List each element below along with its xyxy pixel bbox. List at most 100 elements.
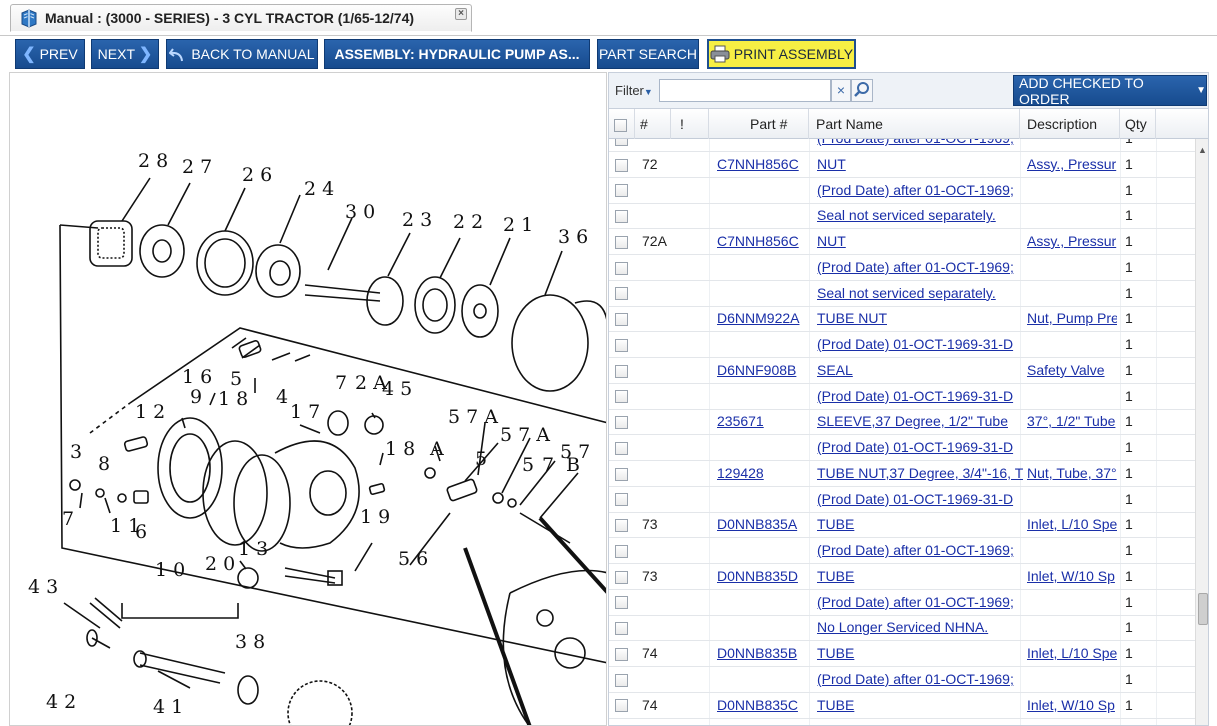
row-checkbox[interactable] (615, 158, 628, 172)
table-row[interactable]: 74 D0NNB835C TUBE Inlet, W/10 Sp 1 (609, 693, 1195, 719)
table-row[interactable]: Seal not serviced separately. 1 (609, 281, 1195, 307)
table-row[interactable]: 72A C7NNH856C NUT Assy., Pressur 1 (609, 229, 1195, 255)
table-row[interactable]: (Prod Date) after 01-OCT-1969; 1 (609, 139, 1195, 152)
part-name-link[interactable]: SLEEVE,37 Degree, 1/2" Tube (817, 413, 1008, 429)
part-name-link[interactable]: (Prod Date) 01-OCT-1969-31-D (817, 439, 1013, 455)
row-checkbox[interactable] (615, 287, 628, 301)
prev-button[interactable]: ❮ PREV (15, 39, 85, 69)
row-checkbox[interactable] (615, 467, 628, 481)
manual-tab[interactable]: Manual : (3000 - SERIES) - 3 CYL TRACTOR… (10, 4, 472, 32)
description-link[interactable]: Inlet, L/10 Spe (1027, 645, 1117, 661)
part-name-link[interactable]: NUT (817, 233, 846, 249)
column-header-qty[interactable]: Qty (1120, 109, 1156, 139)
column-header-flag[interactable]: ! (671, 109, 709, 139)
part-name-link[interactable]: TUBE (817, 697, 854, 713)
row-checkbox[interactable] (615, 493, 628, 507)
part-number-link[interactable]: D0NNB835C (717, 697, 798, 713)
row-checkbox[interactable] (615, 261, 628, 275)
part-number-link[interactable] (717, 590, 813, 616)
row-checkbox[interactable] (615, 544, 628, 558)
description-link[interactable] (1027, 487, 1117, 513)
table-row[interactable]: (Prod Date) after 01-OCT-1969; 1 (609, 178, 1195, 204)
part-number-link[interactable] (717, 435, 813, 461)
row-checkbox[interactable] (615, 210, 628, 224)
part-number-link[interactable] (717, 178, 813, 204)
vertical-scrollbar[interactable]: ▲ (1195, 139, 1208, 725)
part-number-link[interactable]: 235671 (717, 413, 764, 429)
column-header-num[interactable]: # (635, 109, 671, 139)
select-all-checkbox[interactable] (614, 118, 627, 132)
row-checkbox[interactable] (615, 519, 628, 533)
part-name-link[interactable]: (Prod Date) 01-OCT-1969-31-D (817, 336, 1013, 352)
description-link[interactable]: Nut, Pump Pre (1027, 310, 1117, 326)
row-checkbox[interactable] (615, 235, 628, 249)
row-checkbox[interactable] (615, 699, 628, 713)
table-row[interactable]: (Prod Date) 01-OCT-1969-31-D 1 (609, 384, 1195, 410)
description-link[interactable]: Inlet, W/10 Sp (1027, 568, 1115, 584)
part-name-link[interactable]: (Prod Date) after 01-OCT-1969; (817, 139, 1014, 146)
row-checkbox[interactable] (615, 390, 628, 404)
part-name-link[interactable]: Seal not serviced separately. (817, 285, 996, 301)
part-number-link[interactable] (717, 538, 813, 564)
row-checkbox[interactable] (615, 338, 628, 352)
description-link[interactable] (1027, 435, 1117, 461)
table-row[interactable]: 74 D0NNB835B TUBE Inlet, L/10 Spe 1 (609, 641, 1195, 667)
table-row[interactable]: 235671 SLEEVE,37 Degree, 1/2" Tube 37°, 1/… (609, 409, 1195, 436)
search-icon[interactable] (851, 79, 873, 102)
description-link[interactable]: Safety Valve (1027, 362, 1105, 378)
table-row[interactable]: 73 D0NNB835D TUBE Inlet, W/10 Sp 1 (609, 564, 1195, 590)
description-link[interactable]: Assy., Pressur (1027, 156, 1116, 172)
table-row[interactable]: No Longer Serviced NHNA. 1 (609, 615, 1195, 642)
filter-input[interactable] (659, 79, 831, 102)
part-name-link[interactable]: (Prod Date) after 01-OCT-1969; (817, 542, 1014, 558)
row-checkbox[interactable] (615, 416, 628, 430)
part-name-link[interactable]: (Prod Date) after 01-OCT-1969; (817, 671, 1014, 687)
description-link[interactable]: Inlet, L/10 Spe (1027, 516, 1117, 532)
description-link[interactable] (1027, 139, 1117, 152)
part-number-link[interactable] (717, 615, 813, 641)
part-name-link[interactable]: TUBE (817, 568, 854, 584)
part-number-link[interactable] (717, 667, 813, 693)
description-link[interactable] (1027, 615, 1117, 641)
part-number-link[interactable]: C7NNH856C (717, 233, 799, 249)
part-number-link[interactable]: 129428 (717, 465, 764, 481)
description-link[interactable] (1027, 203, 1117, 229)
part-name-link[interactable]: No Longer Serviced NHNA. (817, 619, 988, 635)
table-row[interactable]: 72 C7NNH856C NUT Assy., Pressur 1 (609, 152, 1195, 178)
table-row[interactable]: Seal not serviced separately. 1 (609, 203, 1195, 230)
table-row[interactable]: 129428 TUBE NUT,37 Degree, 3/4"-16, T Nut,… (609, 461, 1195, 487)
part-number-link[interactable] (717, 281, 813, 307)
row-checkbox[interactable] (615, 596, 628, 610)
row-checkbox[interactable] (615, 647, 628, 661)
description-link[interactable]: 37°, 1/2" Tube (1027, 413, 1115, 429)
row-checkbox[interactable] (615, 441, 628, 455)
part-number-link[interactable]: D6NNF908B (717, 362, 796, 378)
table-row[interactable]: (Prod Date) after 01-OCT-1969; 1 (609, 667, 1195, 693)
part-number-link[interactable] (717, 384, 813, 410)
part-number-link[interactable]: D0NNB835B (717, 645, 797, 661)
row-checkbox[interactable] (615, 139, 628, 146)
column-header-part[interactable]: Part # (709, 109, 809, 139)
part-number-link[interactable] (717, 332, 813, 358)
table-row[interactable]: (Prod Date) 01-OCT-1969-31-D 1 (609, 487, 1195, 513)
part-name-link[interactable]: NUT (817, 156, 846, 172)
close-icon[interactable]: × (455, 8, 467, 20)
description-link[interactable] (1027, 384, 1117, 410)
next-button[interactable]: NEXT ❯ (91, 39, 159, 69)
part-name-link[interactable]: TUBE NUT (817, 310, 887, 326)
row-checkbox[interactable] (615, 184, 628, 198)
column-header-desc[interactable]: Description (1020, 109, 1120, 139)
part-name-link[interactable]: (Prod Date) 01-OCT-1969-31-D (817, 491, 1013, 507)
part-number-link[interactable]: C7NNH856C (717, 156, 799, 172)
part-number-link[interactable] (717, 203, 813, 229)
part-number-link[interactable] (717, 139, 813, 152)
back-to-manual-button[interactable]: BACK TO MANUAL (166, 39, 318, 69)
assembly-button[interactable]: ASSEMBLY: HYDRAULIC PUMP AS... (324, 39, 590, 69)
part-number-link[interactable]: D0NNB835D (717, 568, 798, 584)
table-row[interactable]: (Prod Date) 01-OCT-1969-31-D 1 (609, 332, 1195, 358)
part-number-link[interactable] (717, 255, 813, 281)
table-row[interactable]: 73 D0NNB835A TUBE Inlet, L/10 Spe 1 (609, 512, 1195, 539)
scrollbar-thumb[interactable] (1198, 593, 1208, 625)
row-checkbox[interactable] (615, 570, 628, 584)
part-name-link[interactable]: TUBE (817, 645, 854, 661)
